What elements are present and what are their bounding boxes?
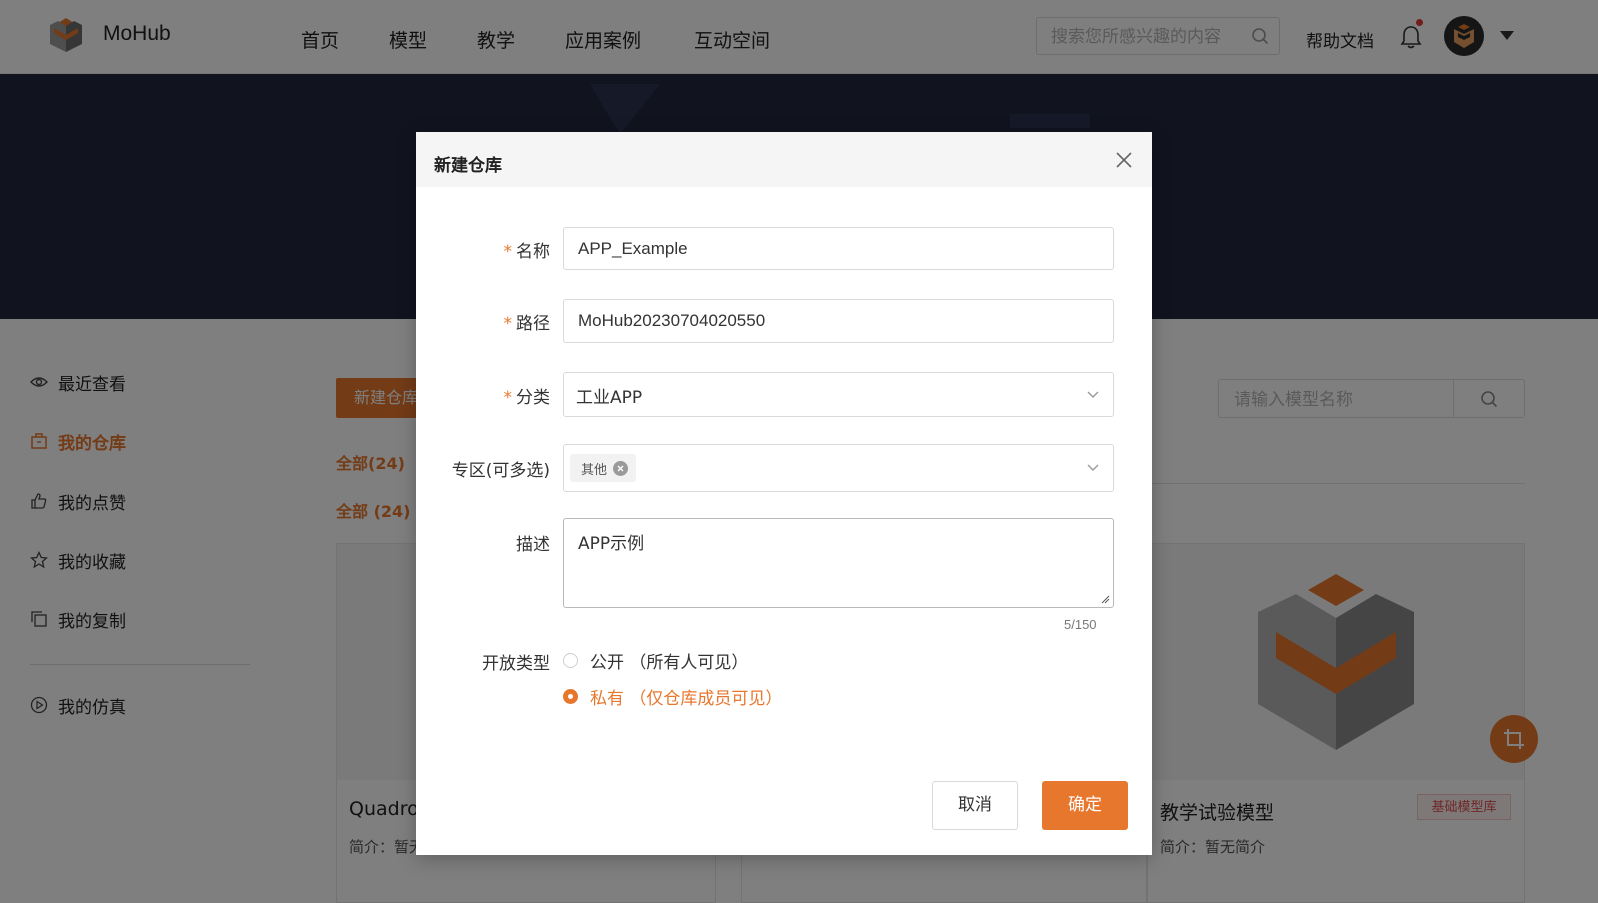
new-repo-dialog: 新建仓库 *名称 *路径 *分类 工业APP 专区(可多选) 其他 描述 APP… — [416, 132, 1152, 855]
name-label: * 名称 — [503, 242, 551, 262]
cancel-button[interactable]: 取消 — [932, 781, 1018, 830]
radio-public-circle[interactable] — [563, 653, 578, 668]
radio-public-label: 公开 （所有人可见） — [590, 653, 749, 673]
confirm-button[interactable]: 确定 — [1042, 781, 1128, 830]
chevron-down-icon — [1087, 464, 1099, 471]
category-label: * 分类 — [503, 388, 551, 408]
name-field — [563, 227, 1114, 270]
close-icon[interactable] — [1114, 150, 1134, 170]
description-char-counter: 5/150 — [1064, 617, 1097, 632]
zone-chip: 其他 — [570, 454, 637, 482]
description-field: APP示例 — [563, 518, 1114, 608]
name-input[interactable] — [576, 228, 1100, 270]
category-select[interactable]: 工业APP — [563, 372, 1114, 417]
radio-private-circle[interactable] — [563, 689, 578, 704]
zone-label: 专区(可多选) — [451, 461, 550, 481]
path-field — [563, 299, 1114, 343]
description-label: 描述 — [516, 535, 550, 555]
path-label: * 路径 — [503, 314, 551, 334]
dialog-title: 新建仓库 — [434, 156, 502, 176]
description-textarea[interactable]: APP示例 — [576, 527, 1100, 601]
access-type-label: 开放类型 — [482, 654, 550, 674]
chevron-down-icon — [1087, 391, 1099, 398]
required-asterisk: * — [503, 314, 513, 334]
radio-private-label: 私有 （仅仓库成员可见） — [590, 689, 783, 709]
resize-handle-icon[interactable] — [1101, 595, 1110, 604]
required-asterisk: * — [503, 242, 513, 262]
required-asterisk: * — [503, 388, 513, 408]
dialog-header — [416, 132, 1152, 187]
zone-chip-label: 其他 — [581, 462, 608, 478]
radio-public[interactable]: 公开 （所有人可见） — [563, 648, 748, 673]
radio-private[interactable]: 私有 （仅仓库成员可见） — [563, 684, 782, 709]
category-selected-value: 工业APP — [576, 388, 643, 408]
zone-multiselect[interactable]: 其他 — [563, 444, 1114, 492]
chip-remove-icon[interactable] — [613, 460, 629, 476]
path-input[interactable] — [576, 300, 1100, 342]
